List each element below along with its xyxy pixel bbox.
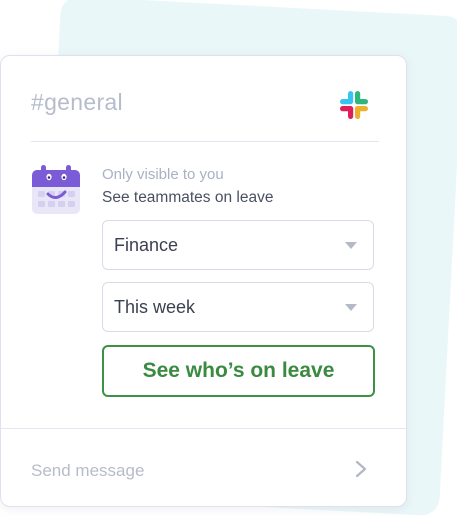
chevron-down-icon xyxy=(345,304,357,311)
period-select[interactable]: This week xyxy=(102,282,374,332)
send-message-input[interactable]: Send message xyxy=(31,461,144,481)
slack-logo-icon xyxy=(340,91,368,119)
visibility-note: Only visible to you xyxy=(102,166,224,183)
see-who-on-leave-button[interactable]: See who’s on leave xyxy=(102,345,375,397)
slack-message-card: #general Only visible to you See teammat… xyxy=(0,55,407,507)
header-divider xyxy=(31,141,379,142)
chevron-right-icon[interactable] xyxy=(355,460,367,478)
message-text: See teammates on leave xyxy=(102,189,274,206)
department-select-value: Finance xyxy=(114,235,179,255)
composer-divider xyxy=(1,428,406,429)
calendar-face-icon xyxy=(32,165,80,214)
period-select-value: This week xyxy=(114,297,196,317)
channel-name: #general xyxy=(31,89,123,115)
chevron-down-icon xyxy=(345,242,357,249)
department-select[interactable]: Finance xyxy=(102,220,374,270)
